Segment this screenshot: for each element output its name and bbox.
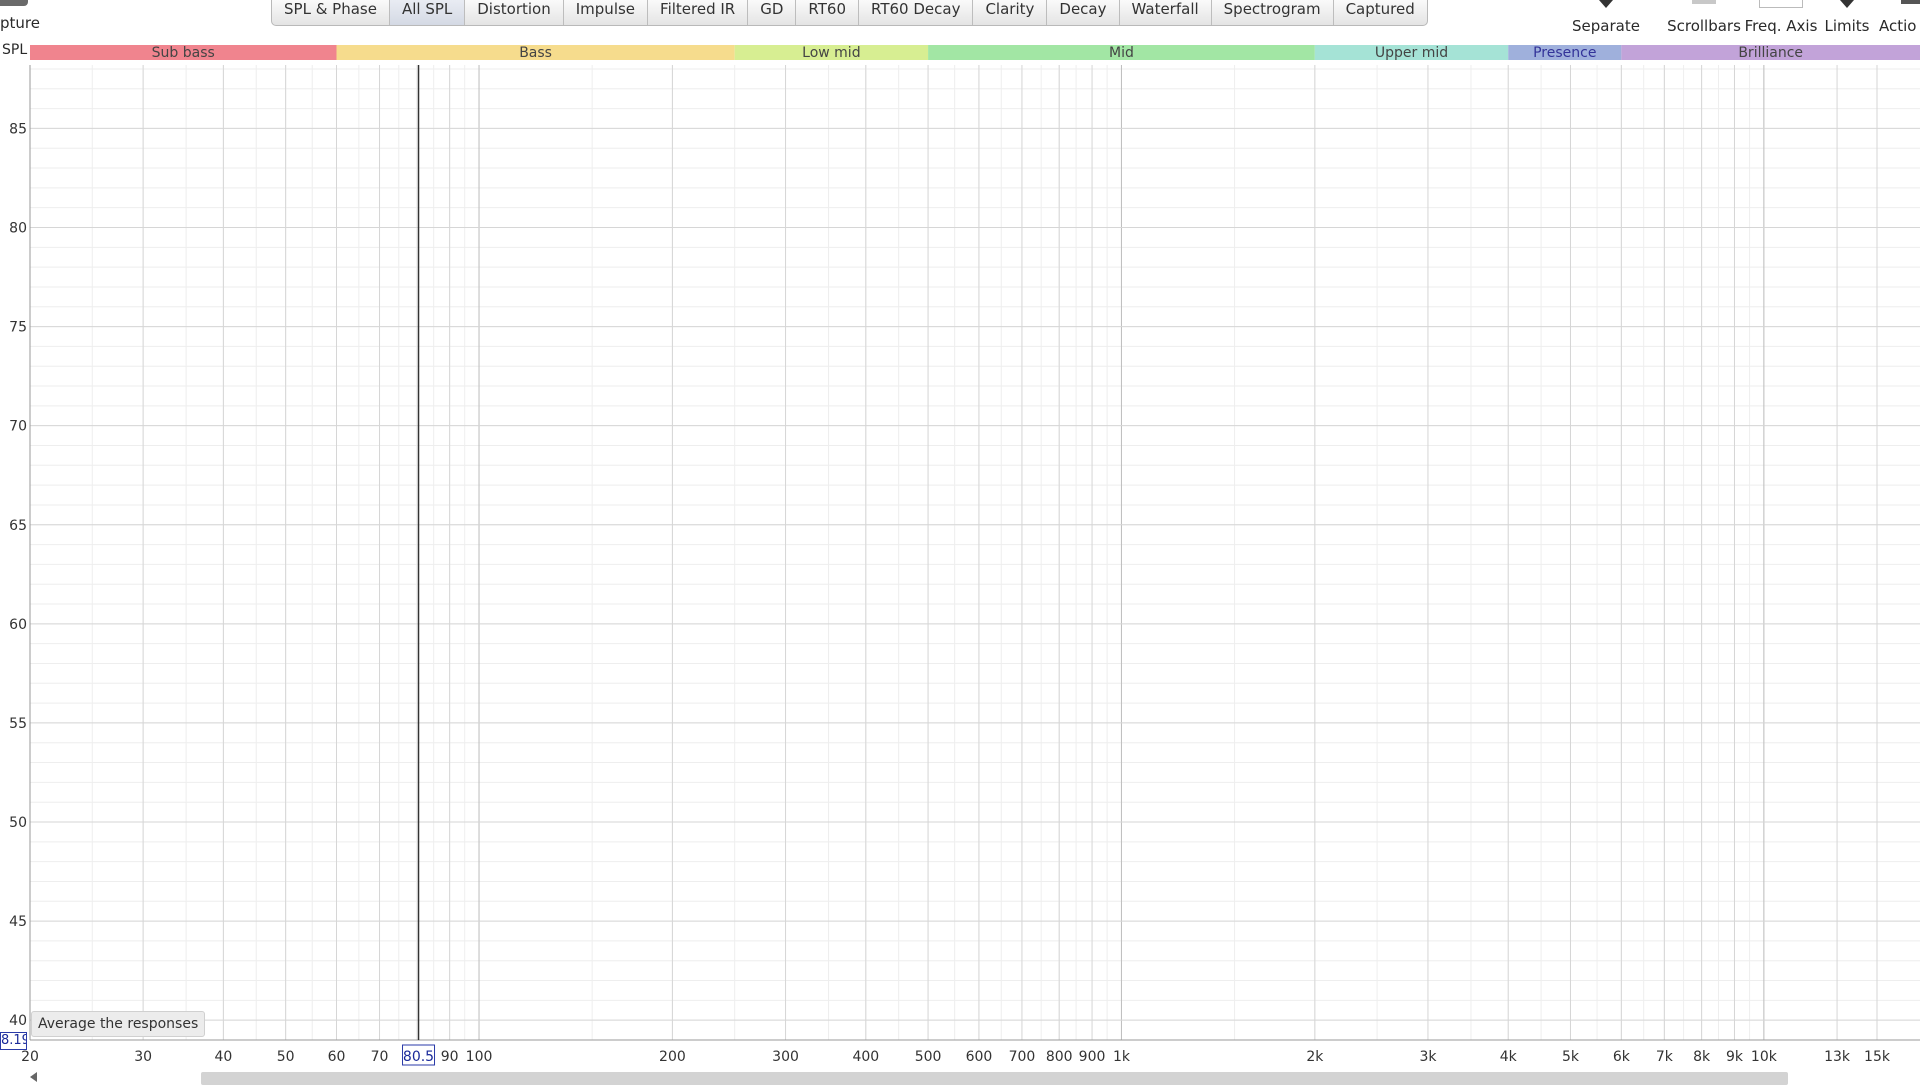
x-tick-label: 40 <box>214 1049 232 1065</box>
x-tick-label: 50 <box>277 1049 295 1065</box>
x-tick-label: 900 <box>1079 1049 1106 1065</box>
y-tick-label: 50 <box>9 815 27 831</box>
x-tick-label: 5k <box>1562 1049 1580 1065</box>
separate-button[interactable]: Separate <box>1572 0 1640 36</box>
tab-rt60-decay[interactable]: RT60 Decay <box>859 0 974 25</box>
y-tick-label: 80 <box>9 221 27 237</box>
band-label: Mid <box>1109 45 1134 61</box>
actions-label: Actio <box>1879 17 1917 35</box>
y-tick-label: 65 <box>9 518 27 534</box>
tab-filtered-ir[interactable]: Filtered IR <box>648 0 749 25</box>
x-tick-label: 2k <box>1306 1049 1324 1065</box>
x-tick-label: 30 <box>134 1049 152 1065</box>
x-tick-label: 3k <box>1419 1049 1437 1065</box>
band-label: Sub bass <box>152 45 215 61</box>
x-tick-label: 200 <box>659 1049 686 1065</box>
x-tick-label: 15k <box>1864 1049 1891 1065</box>
scrollbar-thumb[interactable] <box>201 1072 1788 1085</box>
band-label: Bass <box>519 45 552 61</box>
freq-axis-button[interactable]: Freq. Axis <box>1745 0 1817 36</box>
actions-button[interactable]: Actio <box>1877 0 1920 36</box>
tab-impulse[interactable]: Impulse <box>564 0 649 25</box>
y-tick-label: 75 <box>9 320 27 336</box>
tab-decay[interactable]: Decay <box>1047 0 1120 25</box>
scroll-left-arrow-icon[interactable] <box>30 1072 37 1082</box>
scrollbars-icon <box>1692 0 1716 4</box>
scrollbars-button[interactable]: Scrollbars <box>1667 0 1741 36</box>
x-tick-label: 4k <box>1500 1049 1518 1065</box>
x-tick-label: 90 <box>441 1049 459 1065</box>
limits-icon <box>1840 0 1854 8</box>
band-label: Presence <box>1533 45 1596 61</box>
x-tick-label: 600 <box>966 1049 993 1065</box>
y-tick-label: 40 <box>9 1013 27 1029</box>
freq-axis-label: Freq. Axis <box>1744 17 1818 35</box>
average-responses-button[interactable]: Average the responses <box>31 1011 206 1037</box>
x-tick-label: 400 <box>852 1049 879 1065</box>
separate-icon <box>1599 0 1613 8</box>
tab-all-spl[interactable]: All SPL <box>389 0 466 25</box>
y-tick-label: 70 <box>9 419 27 435</box>
y-tick-label: 60 <box>9 617 27 633</box>
x-tick-label: 20 <box>21 1049 39 1065</box>
tab-distortion[interactable]: Distortion <box>465 0 564 25</box>
limits-label: Limits <box>1824 17 1870 35</box>
x-tick-label: 300 <box>772 1049 799 1065</box>
scrollbars-label: Scrollbars <box>1667 17 1741 35</box>
separate-label: Separate <box>1572 17 1640 35</box>
x-tick-label: 6k <box>1613 1049 1631 1065</box>
x-tick-label: 7k <box>1656 1049 1674 1065</box>
y-tick-label: 85 <box>9 121 27 137</box>
tab-gd[interactable]: GD <box>748 0 797 25</box>
y-tick-label: 55 <box>9 716 27 732</box>
actions-icon <box>1901 0 1920 4</box>
freq-axis-icon <box>1759 0 1803 8</box>
cursor-frequency-readout: 80.5 <box>403 1049 434 1065</box>
y-tick-label: 45 <box>9 914 27 930</box>
tab-waterfall[interactable]: Waterfall <box>1120 0 1212 25</box>
cursor-spl-readout: 8.19 <box>0 1032 27 1050</box>
x-tick-label: 9k <box>1726 1049 1744 1065</box>
x-tick-label: 100 <box>466 1049 493 1065</box>
horizontal-scrollbar[interactable] <box>30 1070 1920 1087</box>
band-label: Upper mid <box>1375 45 1448 61</box>
x-tick-label: 8k <box>1693 1049 1711 1065</box>
capture-icon[interactable] <box>0 0 28 6</box>
tab-captured[interactable]: Captured <box>1334 0 1427 25</box>
x-tick-label: 10k <box>1751 1049 1778 1065</box>
x-tick-label: 700 <box>1009 1049 1036 1065</box>
capture-button-label[interactable]: pture <box>0 14 40 32</box>
limits-button[interactable]: Limits <box>1817 0 1877 36</box>
tab-spl-phase[interactable]: SPL & Phase <box>272 0 390 25</box>
x-tick-label: 500 <box>915 1049 942 1065</box>
tab-rt60[interactable]: RT60 <box>796 0 859 25</box>
view-tab-bar: SPL & Phase All SPL Distortion Impulse Filte… <box>271 0 1428 26</box>
band-label: Low mid <box>802 45 860 61</box>
x-tick-label: 60 <box>328 1049 346 1065</box>
x-tick-label: 13k <box>1824 1049 1851 1065</box>
x-tick-label: 1k <box>1113 1049 1131 1065</box>
tab-clarity[interactable]: Clarity <box>973 0 1048 25</box>
tab-spectrogram[interactable]: Spectrogram <box>1212 0 1334 25</box>
x-tick-label: 70 <box>371 1049 389 1065</box>
spl-plot-area[interactable]: Sub bass Bass Low mid Mid Upper mid Presence B… <box>0 40 1920 1070</box>
band-label: Brilliance <box>1738 45 1803 61</box>
x-tick-label: 800 <box>1046 1049 1073 1065</box>
